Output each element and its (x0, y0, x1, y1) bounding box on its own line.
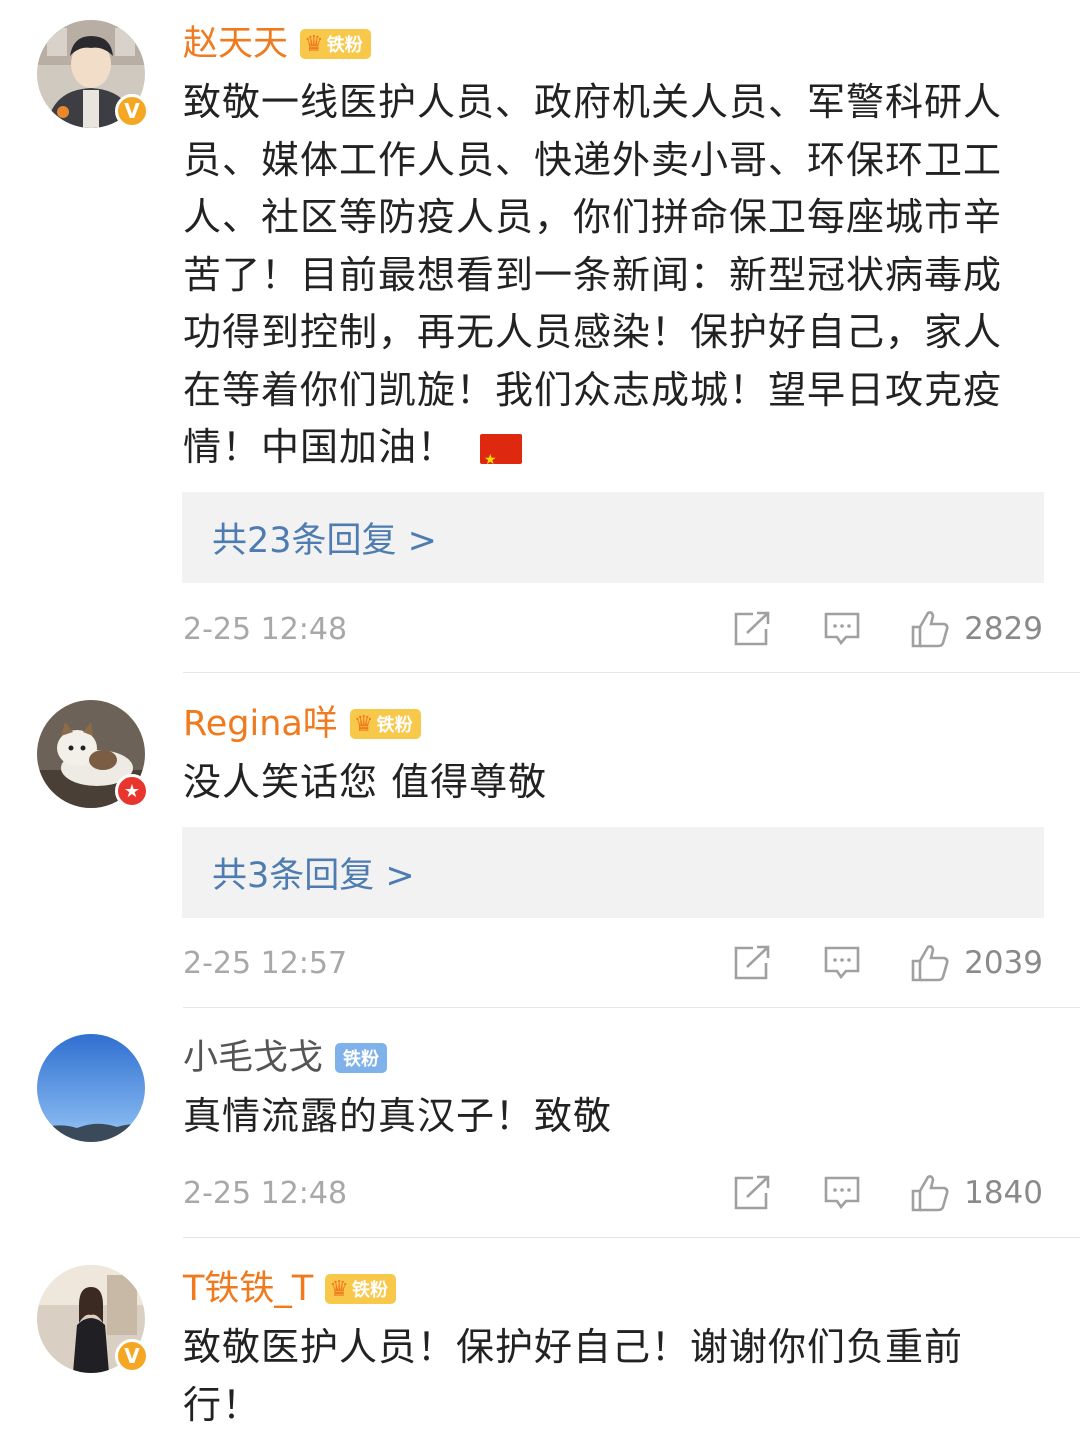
comment-body: 致敬一线医护人员、政府机关人员、军警科研人员、媒体工作人员、快递外卖小哥、环保环… (183, 80, 1003, 469)
thumbs-up-icon (911, 945, 949, 982)
comment-text: 没人笑话您 值得尊敬 (183, 760, 548, 804)
name-row: T铁铁_T ♛ 铁粉 (183, 1267, 396, 1311)
timestamp: 2-25 12:48 (183, 1176, 348, 1211)
comment-feed: V 赵天天 ♛ 铁粉 致敬一线医护人员、政府机关人员、军警科研人员、媒体工作人员… (0, 0, 1080, 1451)
like-count: 1840 (964, 1175, 1043, 1211)
like-button[interactable]: 1840 (910, 1173, 1043, 1213)
crown-icon: ♛ (329, 1276, 349, 1302)
like-count: 2039 (964, 945, 1043, 981)
comment-text: 真情流露的真汉子！致敬 (183, 1094, 613, 1138)
avatar[interactable] (37, 1034, 145, 1142)
name-row: Regina咩 ♛ 铁粉 (183, 702, 421, 746)
fan-badge-label: 铁粉 (352, 1280, 388, 1301)
username[interactable]: Regina咩 (183, 702, 338, 746)
comment-icon[interactable] (822, 943, 862, 983)
fan-badge: ♛ 铁粉 (349, 709, 421, 739)
divider (183, 1237, 1080, 1238)
timestamp: 2-25 12:57 (183, 946, 348, 981)
fan-badge-label: 铁粉 (326, 35, 363, 56)
avatar[interactable]: ★ (37, 700, 149, 808)
username[interactable]: 小毛戈戈 (183, 1036, 323, 1080)
divider (183, 1007, 1080, 1008)
fan-badge-label: 铁粉 (376, 715, 413, 736)
like-button[interactable]: 2039 (910, 943, 1043, 983)
action-bar: 1840 (732, 1168, 1043, 1218)
meta-row: 2-25 12:48 2829 (183, 604, 1043, 654)
star-badge-icon: ★ (115, 774, 149, 808)
action-bar: 2039 (732, 938, 1043, 988)
avatar[interactable]: V (37, 20, 149, 128)
like-count: 2829 (964, 611, 1043, 647)
china-flag-icon (480, 432, 523, 490)
comment-icon[interactable] (822, 609, 862, 649)
avatar[interactable]: V (37, 1265, 149, 1373)
action-bar: 2829 (732, 604, 1043, 654)
replies-link[interactable]: 共3条回复 > (182, 827, 1044, 918)
replies-link[interactable]: 共23条回复 > (182, 492, 1044, 583)
share-icon[interactable] (732, 1173, 772, 1213)
share-icon[interactable] (732, 609, 772, 649)
verified-badge-icon: V (115, 1339, 149, 1373)
fan-badge: ♛ 铁粉 (325, 1274, 396, 1304)
timestamp: 2-25 12:48 (183, 612, 348, 647)
meta-row: 2-25 12:57 2039 (183, 938, 1043, 988)
comment-icon[interactable] (822, 1173, 862, 1213)
fan-badge: ♛ 铁粉 (300, 29, 371, 59)
name-row: 赵天天 ♛ 铁粉 (183, 22, 371, 66)
fan-badge-label: 铁粉 (343, 1049, 380, 1070)
divider (183, 672, 1080, 673)
crown-icon: ♛ (304, 31, 324, 57)
like-button[interactable]: 2829 (910, 609, 1043, 649)
crown-icon: ♛ (353, 711, 374, 737)
share-icon[interactable] (732, 943, 772, 983)
username[interactable]: 赵天天 (183, 22, 288, 66)
comment-text: 致敬医护人员！保护好自己！谢谢你们负重前行！ (183, 1325, 964, 1427)
thumbs-up-icon (911, 1175, 949, 1212)
verified-badge-icon: V (115, 94, 149, 128)
thumbs-up-icon (911, 611, 949, 648)
comment-text: 致敬一线医护人员、政府机关人员、军警科研人员、媒体工作人员、快递外卖小哥、环保环… (183, 74, 1033, 490)
username[interactable]: T铁铁_T (183, 1267, 313, 1311)
fan-badge: 铁粉 (335, 1043, 388, 1073)
name-row: 小毛戈戈 铁粉 (183, 1036, 388, 1080)
meta-row: 2-25 12:48 1840 (183, 1168, 1043, 1218)
